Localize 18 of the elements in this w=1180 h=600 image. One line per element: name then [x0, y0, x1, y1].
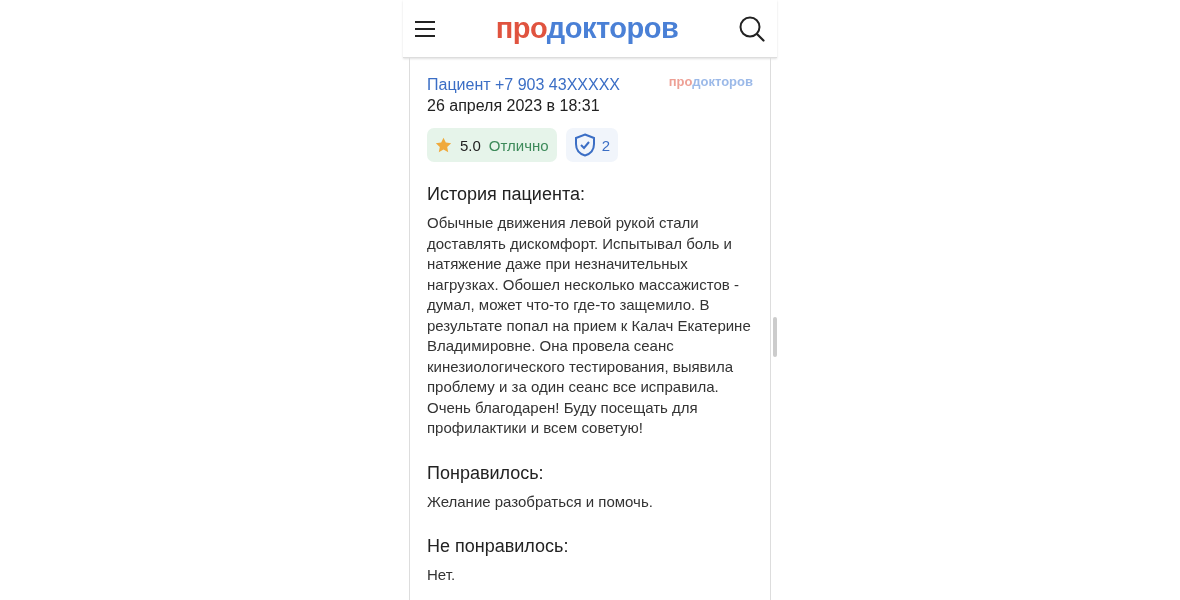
section-text: Обычные движения левой рукой стали доставлять дискомфорт. Испытывал боль и натяжение даже при незначительных нагрузках. Обошел несколько массажистов - думал, может что-то где-то защемило. В результате попал на прием к Калач Екатерине Владимировне. Она провела сеанс кинезиологического тестирования, выявила проблему и за один сеанс все исправила. Очень благодарен! Буду посещать для профилактики и всем советую! [427, 213, 752, 438]
section-text: Нет. [427, 565, 457, 585]
menu-icon[interactable] [415, 20, 435, 37]
verified-badge[interactable]: 2 [565, 128, 618, 162]
rating-value: 5.0 [460, 136, 481, 154]
scrollbar[interactable] [773, 317, 777, 357]
section-heading: Понравилось: [427, 462, 545, 484]
section-heading: История пациента: [427, 184, 586, 205]
rating-label: Отлично [488, 136, 549, 154]
author-name[interactable]: Пациент +7 903 43XXXXX [427, 74, 620, 95]
star-icon [435, 137, 452, 153]
search-icon[interactable] [739, 15, 765, 42]
review-date: 26 апреля 2023 в 18:31 [427, 96, 601, 116]
section-heading: Не понравилось: [427, 536, 570, 557]
section-text: Желание разобраться и помочь. [427, 491, 654, 512]
shield-check-icon [573, 133, 596, 157]
verified-count: 2 [601, 136, 610, 154]
logo[interactable]: продокторов [495, 12, 679, 45]
